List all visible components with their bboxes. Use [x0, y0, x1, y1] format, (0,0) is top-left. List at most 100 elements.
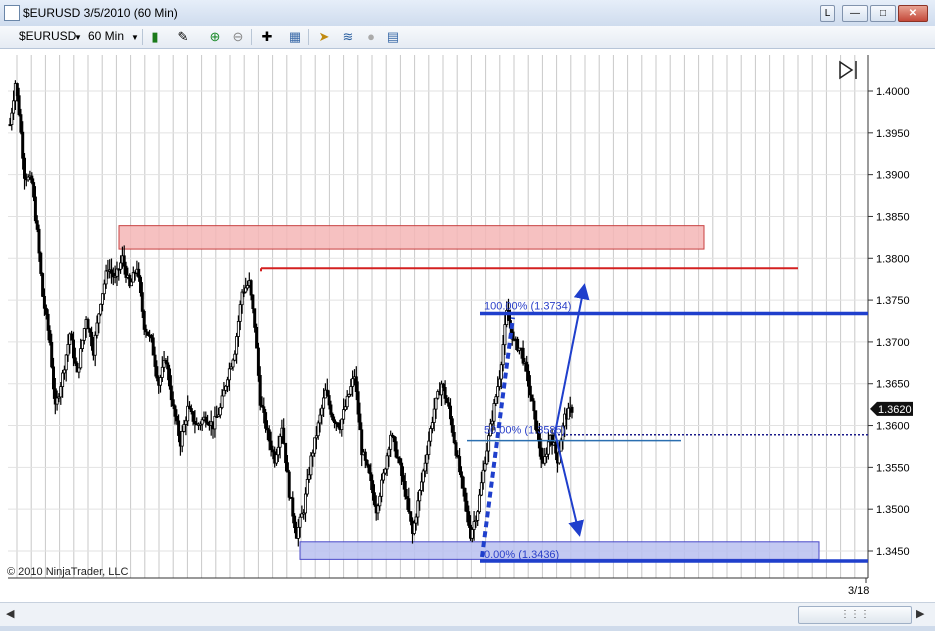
- price-bar-body: [409, 511, 413, 522]
- price-bar-body: [72, 339, 76, 359]
- price-bar-body: [233, 353, 237, 361]
- price-bar-body: [140, 292, 144, 312]
- price-bar-body: [249, 280, 253, 296]
- fib-100-label: 100.00% (1.3734): [484, 300, 571, 312]
- interval-selector[interactable]: 60 Min: [88, 29, 124, 43]
- price-bar-body: [499, 364, 503, 380]
- price-bar-body: [236, 320, 240, 337]
- price-bar-body: [102, 283, 106, 295]
- price-bar-body: [345, 395, 349, 408]
- price-bar-body: [17, 95, 21, 115]
- toolbar-separator: [251, 29, 252, 45]
- price-bar-body: [380, 479, 384, 497]
- price-bar-body: [403, 480, 407, 497]
- instrument-selector[interactable]: $EURUSD: [19, 29, 76, 43]
- price-bar-body: [213, 415, 217, 430]
- close-button[interactable]: ✕: [898, 5, 928, 22]
- toolbar-separator: [308, 29, 309, 45]
- price-chart[interactable]: 1.4000 1.3950 1.3900 1.3850 1.3800 1.3750 1.37…: [0, 49, 935, 602]
- price-bar-body: [39, 252, 43, 274]
- price-bar-body: [251, 294, 255, 310]
- link-button[interactable]: L: [820, 5, 835, 22]
- price-bar-body: [320, 407, 324, 416]
- price-bar-body: [566, 407, 570, 420]
- last-price-label: 1.3620: [878, 404, 912, 416]
- price-bar-body: [86, 319, 90, 330]
- price-bar-body: [97, 313, 101, 324]
- price-bar-body: [418, 490, 422, 502]
- price-bar-body: [48, 330, 52, 343]
- price-bar-body: [151, 337, 155, 356]
- interval-dropdown-icon[interactable]: ▼: [131, 33, 139, 42]
- price-bar-body: [42, 295, 46, 309]
- price-bar-body: [414, 516, 418, 524]
- chart-gridlines: [8, 55, 868, 578]
- price-bar-body: [481, 469, 485, 484]
- data-box-icon[interactable]: ▤: [385, 29, 401, 45]
- price-bar-body: [369, 472, 373, 482]
- price-bar-body: [448, 405, 452, 420]
- horizontal-scrollbar[interactable]: ◀ ⋮⋮⋮ ▶: [0, 602, 935, 627]
- price-bar-body: [15, 83, 19, 97]
- scroll-right-icon[interactable]: ▶: [916, 607, 924, 620]
- price-bar-body: [184, 420, 188, 425]
- price-bar-body: [146, 331, 150, 336]
- price-bar-body: [340, 418, 344, 431]
- price-bar-body: [476, 511, 480, 521]
- crosshair-icon[interactable]: ✚: [259, 29, 275, 45]
- properties-icon[interactable]: ▦: [287, 29, 303, 45]
- price-tick-label: 1.3850: [876, 211, 910, 223]
- price-tick-label: 1.3500: [876, 504, 910, 516]
- price-bar-body: [160, 366, 164, 378]
- scrollbar-thumb[interactable]: ⋮⋮⋮: [798, 606, 912, 624]
- maximize-button[interactable]: □: [870, 5, 896, 22]
- price-bar-body: [269, 440, 273, 451]
- price-bar-body: [385, 455, 389, 470]
- price-tick-label: 1.3900: [876, 170, 910, 182]
- price-bar-body: [336, 422, 340, 428]
- price-bar-body: [253, 308, 257, 328]
- instrument-dropdown-icon[interactable]: ▼: [74, 33, 82, 42]
- globe-icon[interactable]: ●: [363, 29, 379, 45]
- price-bar-body: [32, 182, 36, 198]
- price-bar-body: [546, 441, 550, 455]
- price-bar-body: [235, 336, 239, 355]
- price-bar-body: [79, 348, 83, 369]
- price-bar-body: [138, 276, 142, 294]
- price-bar-body: [284, 442, 288, 464]
- minimize-button[interactable]: —: [842, 5, 868, 22]
- price-bar-body: [231, 359, 235, 368]
- price-bar-body: [77, 367, 81, 373]
- indicators-icon[interactable]: ≋: [340, 29, 356, 45]
- price-bar-body: [189, 408, 193, 412]
- price-bar-body: [329, 404, 333, 415]
- price-bar-body: [225, 379, 229, 387]
- chart-panel[interactable]: 1.4000 1.3950 1.3900 1.3850 1.3800 1.3750 1.37…: [0, 49, 935, 602]
- price-bar-body: [450, 418, 454, 433]
- scroll-left-icon[interactable]: ◀: [6, 607, 14, 620]
- price-bar-body: [443, 386, 447, 399]
- strategies-icon[interactable]: ➤: [316, 29, 332, 45]
- price-bar-body: [291, 497, 295, 517]
- price-bar-body: [122, 255, 126, 267]
- price-bar-body: [258, 374, 262, 406]
- zoom-in-icon[interactable]: ⊕: [207, 29, 223, 45]
- title-bar: $EURUSD 3/5/2010 (60 Min) L — □ ✕: [0, 0, 935, 27]
- price-bar-body: [82, 328, 86, 341]
- chart-style-icon[interactable]: ▮: [147, 29, 163, 45]
- price-bar-body: [543, 456, 547, 464]
- drawing-tool-icon[interactable]: ✎: [175, 29, 191, 45]
- price-bar-body: [220, 395, 224, 408]
- price-bar-body: [316, 422, 320, 437]
- price-bar-body: [55, 397, 59, 405]
- price-bar-body: [37, 228, 41, 254]
- price-bar-body: [44, 307, 48, 315]
- zoom-out-icon[interactable]: ⊖: [230, 29, 246, 45]
- price-bar-body: [12, 100, 16, 114]
- price-bar-body: [454, 442, 458, 456]
- price-bar-body: [307, 474, 311, 480]
- copyright-text: © 2010 NinjaTrader, LLC: [7, 566, 128, 578]
- price-bar-body: [227, 368, 231, 381]
- price-bar-body: [256, 347, 260, 376]
- price-bar-body: [381, 472, 385, 481]
